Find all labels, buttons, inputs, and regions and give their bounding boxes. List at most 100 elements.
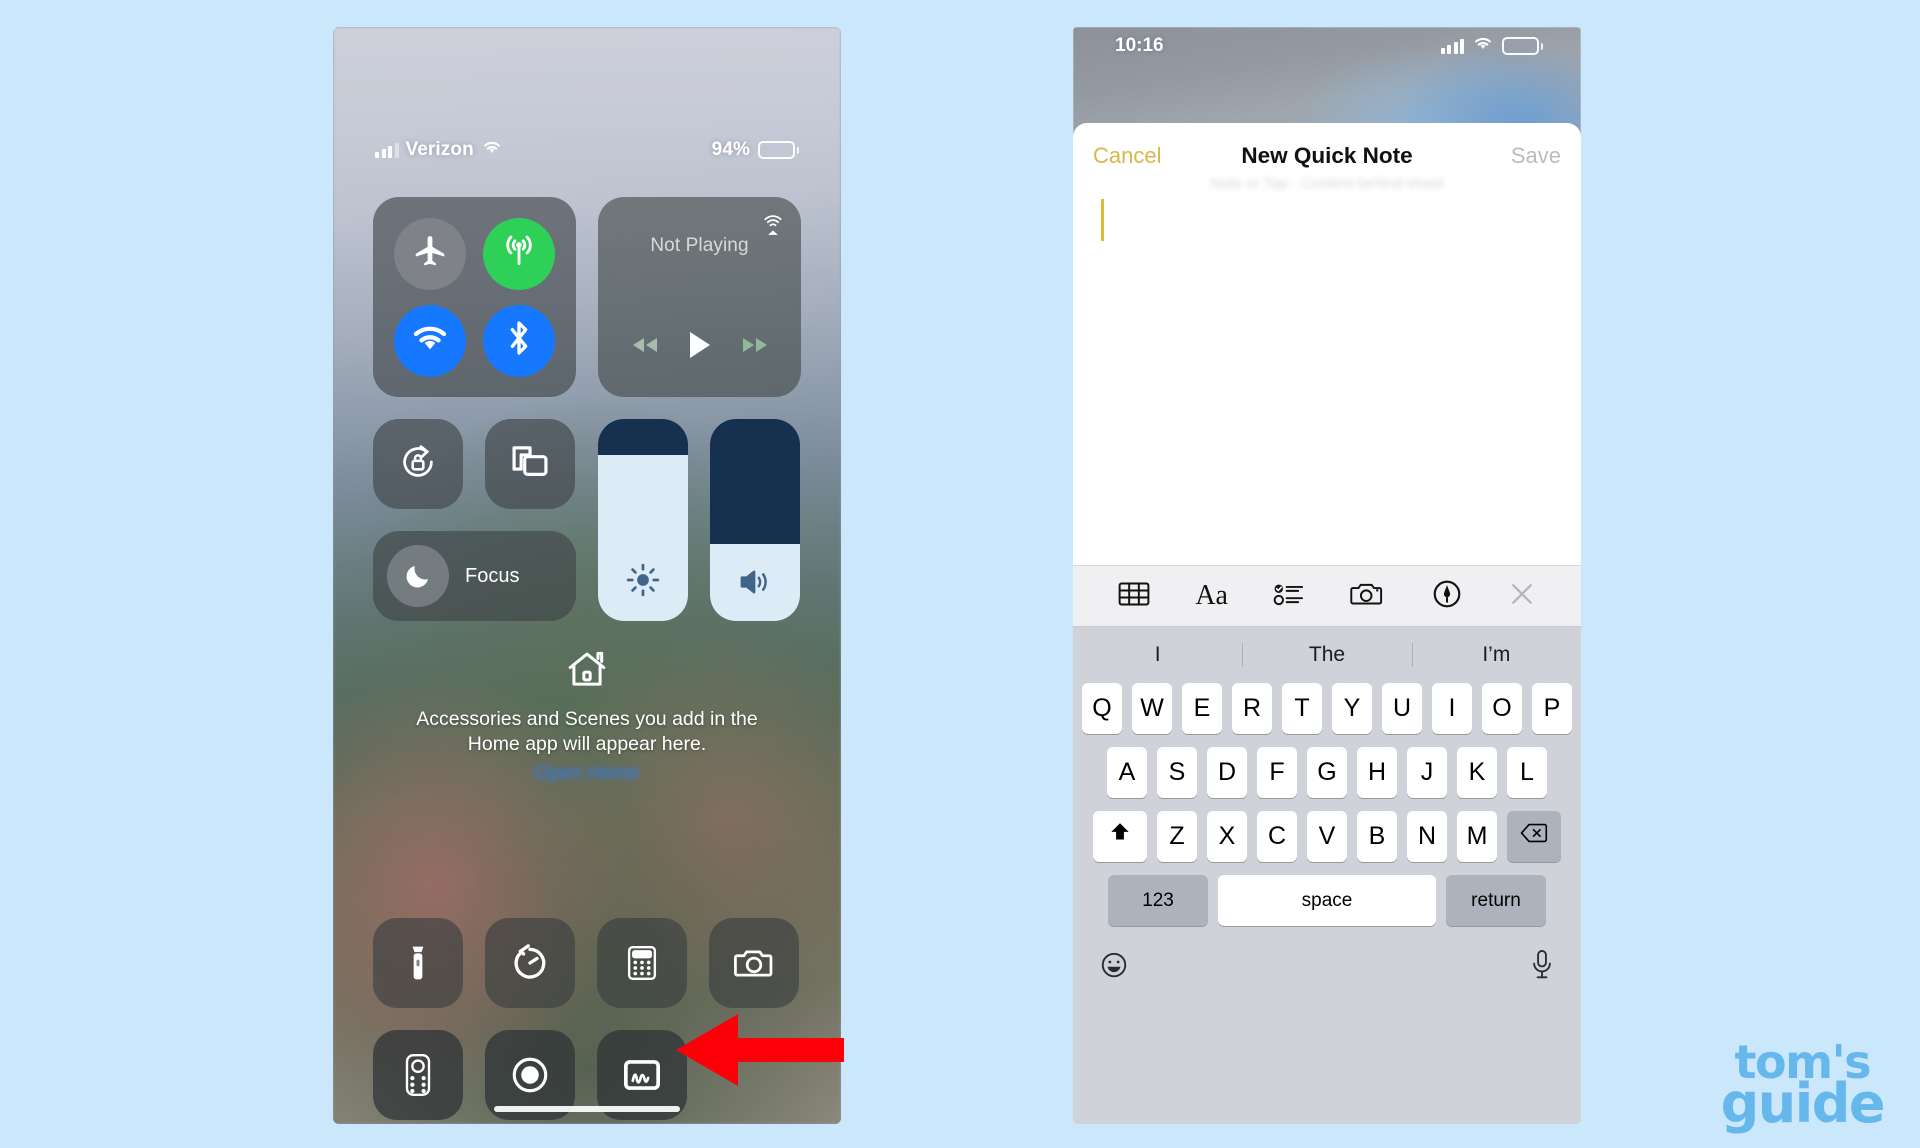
cancel-button[interactable]: Cancel <box>1093 143 1161 169</box>
keyboard-row-3: Z X C V B N M <box>1073 811 1581 862</box>
home-empty-text-line1: Accessories and Scenes you add in the <box>416 708 758 730</box>
key-d[interactable]: D <box>1207 747 1247 798</box>
close-button[interactable] <box>1507 579 1537 614</box>
key-o[interactable]: O <box>1482 683 1522 734</box>
key-n[interactable]: N <box>1407 811 1447 862</box>
brightness-icon <box>598 561 688 599</box>
focus-label: Focus <box>465 564 520 587</box>
prediction-1[interactable]: The <box>1242 643 1411 667</box>
save-button[interactable]: Save <box>1511 143 1561 169</box>
right-phone-screenshot: 10:16 Cancel New Quick Note Save Note or… <box>1073 27 1581 1124</box>
home-accessories-block: Accessories and Scenes you add in the Ho… <box>333 647 841 785</box>
key-x[interactable]: X <box>1207 811 1247 862</box>
airplane-mode-button[interactable] <box>394 217 467 290</box>
screenshot-canvas: Verizon 94% Not Playing Focus Accessorie… <box>0 0 1920 1148</box>
predictive-text-bar: I The I’m <box>1073 627 1581 683</box>
carrier-label: Verizon <box>405 139 474 160</box>
emoji-smiley-icon[interactable] <box>1099 950 1129 985</box>
control-center-grid: Not Playing Focus <box>373 197 801 621</box>
key-m[interactable]: M <box>1457 811 1497 862</box>
media-playback-tile[interactable]: Not Playing <box>598 197 801 397</box>
checklist-button[interactable] <box>1272 579 1306 614</box>
connectivity-tile[interactable] <box>373 197 576 397</box>
rotation-lock-icon <box>396 440 440 489</box>
wifi-button[interactable] <box>394 304 467 377</box>
sliders-group <box>598 419 800 621</box>
screen-mirroring-icon <box>507 442 553 487</box>
key-r[interactable]: R <box>1232 683 1272 734</box>
battery-icon <box>758 141 799 159</box>
key-u[interactable]: U <box>1382 683 1422 734</box>
keyboard-row-4: 123 space return <box>1073 875 1581 926</box>
camera-button[interactable] <box>1350 579 1386 614</box>
media-title: Not Playing <box>650 235 749 256</box>
microphone-icon[interactable] <box>1529 949 1555 986</box>
key-w[interactable]: W <box>1132 683 1172 734</box>
key-y[interactable]: Y <box>1332 683 1372 734</box>
fast-forward-icon[interactable] <box>740 335 770 360</box>
return-key[interactable]: return <box>1446 875 1546 926</box>
timer-button[interactable] <box>485 918 575 1008</box>
battery-icon <box>1502 37 1543 55</box>
key-f[interactable]: F <box>1257 747 1297 798</box>
shift-key[interactable] <box>1093 811 1147 862</box>
backspace-key[interactable] <box>1507 811 1561 862</box>
table-button[interactable] <box>1117 579 1151 614</box>
airplay-audio-icon[interactable] <box>760 211 786 242</box>
key-l[interactable]: L <box>1507 747 1547 798</box>
control-center-status-bar: Verizon 94% <box>333 139 841 161</box>
text-caret <box>1101 199 1104 241</box>
markup-button[interactable] <box>1431 578 1463 615</box>
format-button[interactable]: Aa <box>1195 580 1228 612</box>
red-left-arrow-annotation <box>676 1012 844 1088</box>
key-p[interactable]: P <box>1532 683 1572 734</box>
home-empty-text-line2: Home app will appear here. <box>467 732 707 755</box>
brightness-slider[interactable] <box>598 419 688 621</box>
key-v[interactable]: V <box>1307 811 1347 862</box>
keyboard-row-1: Q W E R T Y U I O P <box>1073 683 1581 734</box>
key-s[interactable]: S <box>1157 747 1197 798</box>
rewind-icon[interactable] <box>630 335 660 360</box>
space-key[interactable]: space <box>1218 875 1436 926</box>
screen-mirroring-button[interactable] <box>485 419 575 509</box>
key-c[interactable]: C <box>1257 811 1297 862</box>
volume-icon <box>710 565 800 599</box>
airplane-icon <box>411 232 449 275</box>
cellular-data-button[interactable] <box>482 217 555 290</box>
camera-button[interactable] <box>709 918 799 1008</box>
note-subline-blurred: Note or Tap · Content behind sheet <box>1210 175 1444 192</box>
play-icon[interactable] <box>687 330 713 365</box>
key-j[interactable]: J <box>1407 747 1447 798</box>
home-house-icon <box>333 647 841 693</box>
prediction-0[interactable]: I <box>1073 643 1242 667</box>
bluetooth-button[interactable] <box>482 304 555 377</box>
wifi-icon <box>410 323 450 358</box>
key-i[interactable]: I <box>1432 683 1472 734</box>
focus-tile[interactable]: Focus <box>373 531 576 621</box>
toms-guide-watermark: tom's guide <box>1721 1039 1886 1130</box>
media-transport-controls <box>630 330 770 365</box>
volume-slider[interactable] <box>710 419 800 621</box>
clock-label: 10:16 <box>1115 35 1164 56</box>
calculator-button[interactable] <box>597 918 687 1008</box>
quick-note-sheet: Cancel New Quick Note Save Note or Tap ·… <box>1073 123 1581 1124</box>
backspace-icon <box>1520 822 1548 851</box>
key-b[interactable]: B <box>1357 811 1397 862</box>
key-z[interactable]: Z <box>1157 811 1197 862</box>
key-k[interactable]: K <box>1457 747 1497 798</box>
wifi-icon <box>481 139 503 161</box>
key-a[interactable]: A <box>1107 747 1147 798</box>
key-h[interactable]: H <box>1357 747 1397 798</box>
key-t[interactable]: T <box>1282 683 1322 734</box>
flashlight-button[interactable] <box>373 918 463 1008</box>
key-g[interactable]: G <box>1307 747 1347 798</box>
status-bar: 10:16 <box>1073 35 1581 57</box>
key-q[interactable]: Q <box>1082 683 1122 734</box>
cellular-bars-icon <box>1440 38 1464 54</box>
rotation-lock-button[interactable] <box>373 419 463 509</box>
prediction-2[interactable]: I’m <box>1412 643 1581 667</box>
key-e[interactable]: E <box>1182 683 1222 734</box>
apple-tv-remote-button[interactable] <box>373 1030 463 1120</box>
open-home-link[interactable]: Open Home <box>333 762 841 785</box>
numbers-key[interactable]: 123 <box>1108 875 1208 926</box>
